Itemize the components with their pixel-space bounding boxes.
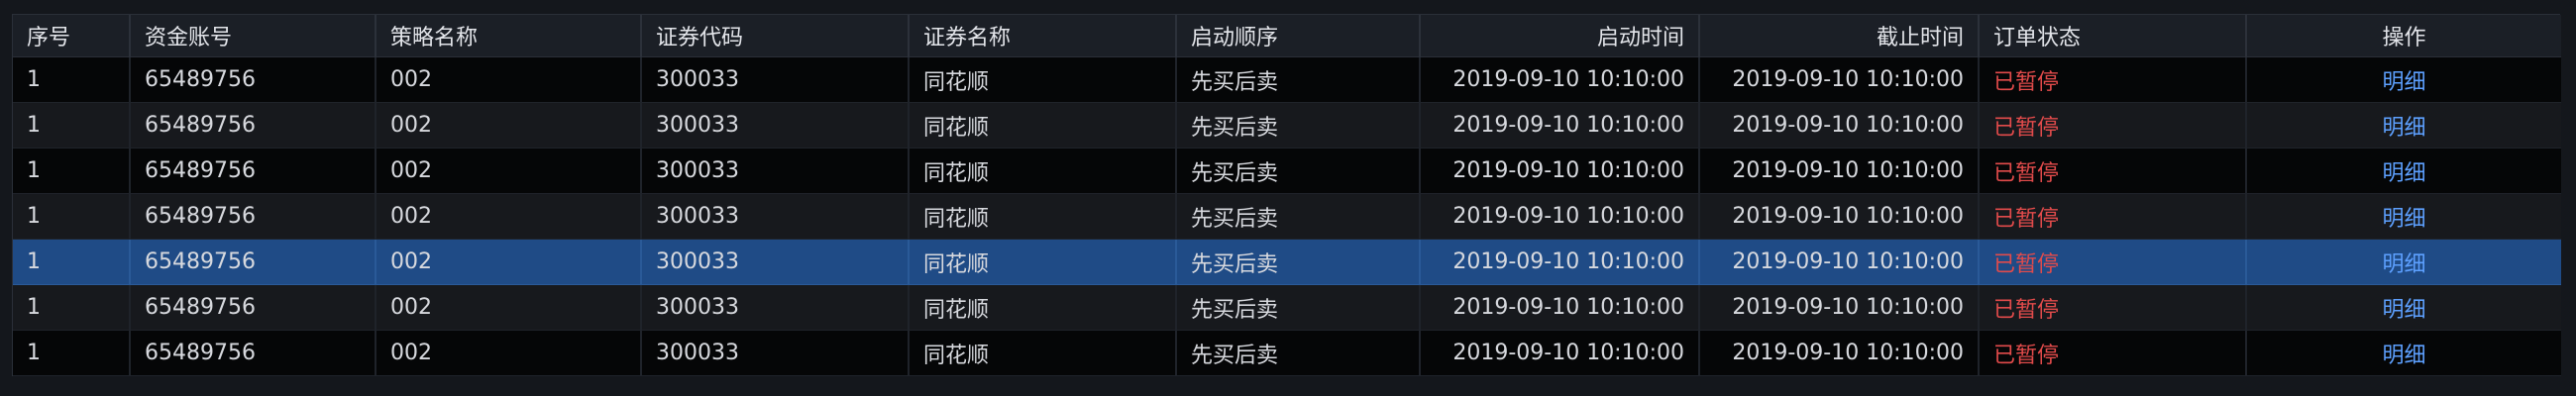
cell-end-time: 2019-09-10 10:10:00 — [1699, 284, 1980, 331]
table-row[interactable]: 1 65489756 002 300033 同花顺 先买后卖 2019-09-1… — [13, 56, 2561, 103]
cell-security-code: 300033 — [641, 193, 910, 240]
cell-start-time: 2019-09-10 10:10:00 — [1420, 56, 1700, 103]
cell-security-code: 300033 — [641, 330, 910, 376]
cell-account: 65489756 — [130, 56, 376, 103]
table-header: 序号 资金账号 策略名称 证券代码 证券名称 启动顺序 启动时间 截止时间 订单… — [13, 15, 2561, 57]
details-link[interactable]: 明细 — [2382, 344, 2425, 368]
cell-security-code: 300033 — [641, 239, 910, 285]
column-header-end-time[interactable]: 截止时间 — [1699, 15, 1980, 57]
cell-security-code: 300033 — [641, 148, 910, 194]
cell-strategy: 002 — [376, 148, 642, 194]
column-header-security-code[interactable]: 证券代码 — [641, 15, 910, 57]
details-link[interactable]: 明细 — [2382, 70, 2425, 95]
status-badge: 已暂停 — [1979, 284, 2247, 331]
column-header-actions[interactable]: 操作 — [2246, 15, 2561, 57]
cell-security-code: 300033 — [641, 284, 910, 331]
cell-strategy: 002 — [376, 102, 642, 148]
details-link[interactable]: 明细 — [2382, 298, 2425, 323]
cell-index: 1 — [13, 56, 131, 103]
cell-security-name: 同花顺 — [909, 102, 1177, 148]
cell-actions: 明细 — [2246, 193, 2561, 240]
header-row: 序号 资金账号 策略名称 证券代码 证券名称 启动顺序 启动时间 截止时间 订单… — [13, 15, 2561, 57]
column-header-start-order[interactable]: 启动顺序 — [1176, 15, 1421, 57]
cell-actions: 明细 — [2246, 330, 2561, 376]
cell-end-time: 2019-09-10 10:10:00 — [1699, 330, 1980, 376]
cell-start-order: 先买后卖 — [1176, 102, 1421, 148]
cell-index: 1 — [13, 330, 131, 376]
cell-start-time: 2019-09-10 10:10:00 — [1420, 102, 1700, 148]
cell-index: 1 — [13, 102, 131, 148]
status-badge: 已暂停 — [1979, 148, 2247, 194]
cell-start-order: 先买后卖 — [1176, 148, 1421, 194]
cell-end-time: 2019-09-10 10:10:00 — [1699, 56, 1980, 103]
cell-account: 65489756 — [130, 193, 376, 240]
status-badge: 已暂停 — [1979, 193, 2247, 240]
cell-actions: 明细 — [2246, 284, 2561, 331]
details-link[interactable]: 明细 — [2382, 252, 2425, 277]
cell-actions: 明细 — [2246, 102, 2561, 148]
cell-end-time: 2019-09-10 10:10:00 — [1699, 193, 1980, 240]
cell-index: 1 — [13, 148, 131, 194]
cell-start-time: 2019-09-10 10:10:00 — [1420, 284, 1700, 331]
orders-table: 序号 资金账号 策略名称 证券代码 证券名称 启动顺序 启动时间 截止时间 订单… — [13, 15, 2561, 376]
cell-actions: 明细 — [2246, 239, 2561, 285]
details-link[interactable]: 明细 — [2382, 116, 2425, 141]
status-badge: 已暂停 — [1979, 56, 2247, 103]
cell-actions: 明细 — [2246, 56, 2561, 103]
cell-security-name: 同花顺 — [909, 239, 1177, 285]
cell-start-order: 先买后卖 — [1176, 193, 1421, 240]
cell-actions: 明细 — [2246, 148, 2561, 194]
status-badge: 已暂停 — [1979, 330, 2247, 376]
table-row[interactable]: 1 65489756 002 300033 同花顺 先买后卖 2019-09-1… — [13, 148, 2561, 194]
table-row[interactable]: 1 65489756 002 300033 同花顺 先买后卖 2019-09-1… — [13, 330, 2561, 376]
table-row[interactable]: 1 65489756 002 300033 同花顺 先买后卖 2019-09-1… — [13, 102, 2561, 148]
cell-strategy: 002 — [376, 193, 642, 240]
cell-account: 65489756 — [130, 284, 376, 331]
cell-strategy: 002 — [376, 330, 642, 376]
cell-security-name: 同花顺 — [909, 330, 1177, 376]
cell-start-order: 先买后卖 — [1176, 56, 1421, 103]
cell-strategy: 002 — [376, 56, 642, 103]
cell-start-time: 2019-09-10 10:10:00 — [1420, 148, 1700, 194]
table-row[interactable]: 1 65489756 002 300033 同花顺 先买后卖 2019-09-1… — [13, 193, 2561, 240]
column-header-order-status[interactable]: 订单状态 — [1979, 15, 2247, 57]
cell-end-time: 2019-09-10 10:10:00 — [1699, 148, 1980, 194]
cell-account: 65489756 — [130, 330, 376, 376]
orders-table-container: 序号 资金账号 策略名称 证券代码 证券名称 启动顺序 启动时间 截止时间 订单… — [12, 14, 2561, 376]
cell-index: 1 — [13, 193, 131, 240]
cell-start-order: 先买后卖 — [1176, 239, 1421, 285]
column-header-security-name[interactable]: 证券名称 — [909, 15, 1177, 57]
cell-start-order: 先买后卖 — [1176, 330, 1421, 376]
cell-start-order: 先买后卖 — [1176, 284, 1421, 331]
column-header-strategy[interactable]: 策略名称 — [376, 15, 642, 57]
cell-security-name: 同花顺 — [909, 193, 1177, 240]
cell-end-time: 2019-09-10 10:10:00 — [1699, 102, 1980, 148]
column-header-index[interactable]: 序号 — [13, 15, 131, 57]
column-header-start-time[interactable]: 启动时间 — [1420, 15, 1700, 57]
cell-security-code: 300033 — [641, 56, 910, 103]
table-row[interactable]: 1 65489756 002 300033 同花顺 先买后卖 2019-09-1… — [13, 284, 2561, 331]
table-row[interactable]: 1 65489756 002 300033 同花顺 先买后卖 2019-09-1… — [13, 239, 2561, 285]
cell-strategy: 002 — [376, 284, 642, 331]
status-badge: 已暂停 — [1979, 102, 2247, 148]
cell-start-time: 2019-09-10 10:10:00 — [1420, 193, 1700, 240]
cell-end-time: 2019-09-10 10:10:00 — [1699, 239, 1980, 285]
cell-strategy: 002 — [376, 239, 642, 285]
status-badge: 已暂停 — [1979, 239, 2247, 285]
cell-security-code: 300033 — [641, 102, 910, 148]
cell-account: 65489756 — [130, 148, 376, 194]
column-header-account[interactable]: 资金账号 — [130, 15, 376, 57]
cell-security-name: 同花顺 — [909, 284, 1177, 331]
details-link[interactable]: 明细 — [2382, 161, 2425, 186]
cell-account: 65489756 — [130, 239, 376, 285]
cell-account: 65489756 — [130, 102, 376, 148]
table-body: 1 65489756 002 300033 同花顺 先买后卖 2019-09-1… — [13, 56, 2561, 376]
cell-index: 1 — [13, 284, 131, 331]
cell-start-time: 2019-09-10 10:10:00 — [1420, 239, 1700, 285]
cell-security-name: 同花顺 — [909, 56, 1177, 103]
details-link[interactable]: 明细 — [2382, 207, 2425, 232]
cell-index: 1 — [13, 239, 131, 285]
cell-start-time: 2019-09-10 10:10:00 — [1420, 330, 1700, 376]
cell-security-name: 同花顺 — [909, 148, 1177, 194]
